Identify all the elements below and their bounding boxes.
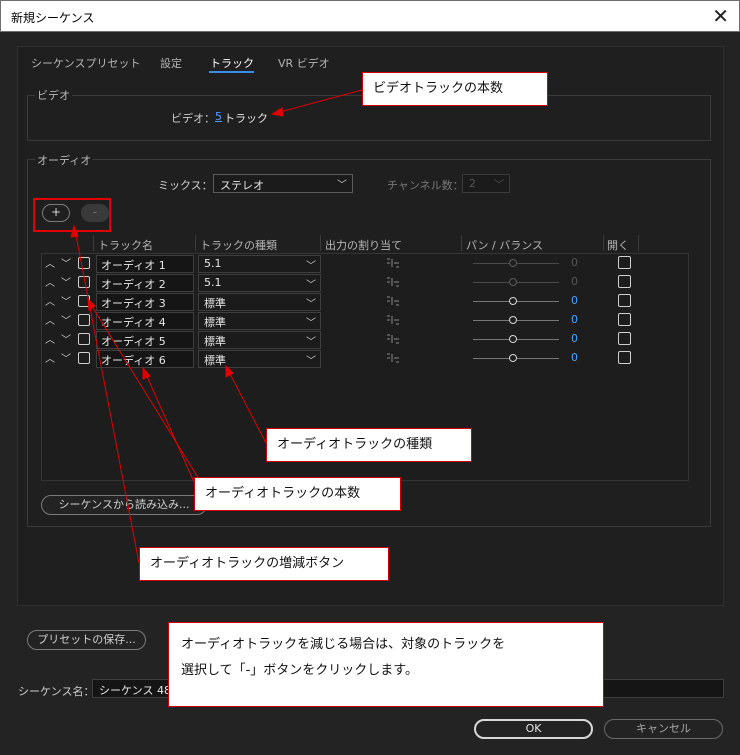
arrow-line <box>227 369 268 446</box>
callout-audio-count: オーディオトラックの本数 <box>194 477 401 511</box>
arrow-line <box>275 89 363 114</box>
arrow-line <box>74 229 140 564</box>
note-line-2: 選択して「-」ボタンをクリックします。 <box>181 663 419 678</box>
callout-audio-addremove: オーディオトラックの増減ボタン <box>139 547 389 581</box>
arrow-head <box>270 107 284 117</box>
callout-note: オーディオトラックを減じる場合は、対象のトラックを 選択して「-」ボタンをクリッ… <box>168 622 604 707</box>
add-remove-highlight <box>33 198 111 232</box>
callout-audio-type: オーディオトラックの種類 <box>266 428 472 462</box>
callout-video-count: ビデオトラックの本数 <box>362 72 548 106</box>
note-line-1: オーディオトラックを減じる場合は、対象のトラックを <box>181 637 506 652</box>
arrow-line <box>144 371 195 483</box>
arrow-head <box>225 364 234 378</box>
arrow-head <box>142 366 151 380</box>
